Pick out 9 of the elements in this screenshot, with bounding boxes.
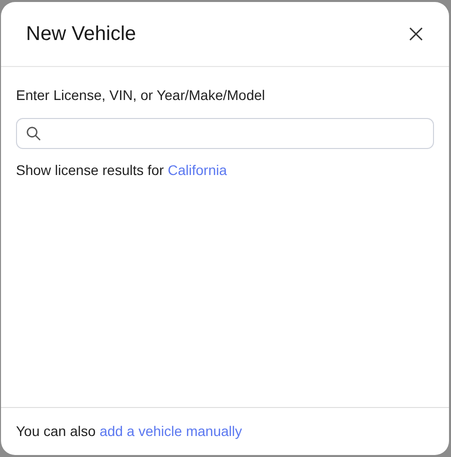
- search-icon: [26, 126, 41, 141]
- search-label: Enter License, VIN, or Year/Make/Model: [16, 86, 266, 105]
- dialog-title: New Vehicle: [26, 22, 136, 47]
- footer-text: You can also add a vehicle manually: [16, 422, 242, 441]
- close-icon: [409, 27, 423, 41]
- license-hint: Show license results for California: [16, 161, 228, 180]
- search-field[interactable]: [16, 118, 434, 149]
- add-manually-link[interactable]: add a vehicle manually: [100, 422, 242, 438]
- state-link[interactable]: California: [168, 162, 227, 178]
